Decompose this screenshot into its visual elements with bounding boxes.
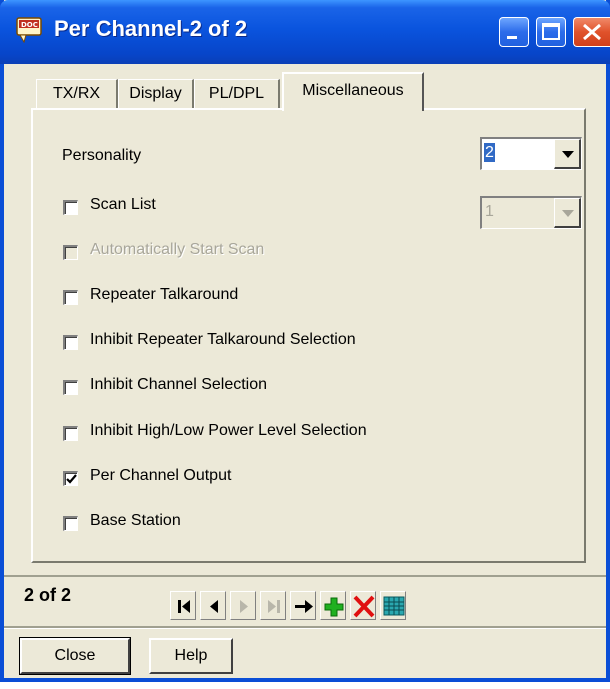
svg-text:DOC: DOC	[21, 21, 38, 29]
repeater-talkaround-checkbox[interactable]	[63, 290, 78, 305]
add-record-icon	[324, 597, 344, 617]
next-record-button[interactable]	[230, 591, 256, 620]
personality-select[interactable]: 2	[480, 137, 582, 170]
record-position: 2 of 2	[24, 585, 72, 605]
table-view-button[interactable]	[380, 591, 406, 620]
base-station-label: Base Station	[90, 512, 181, 529]
auto-start-scan-label: Automatically Start Scan	[90, 241, 265, 258]
tab-display[interactable]: Display	[118, 79, 194, 109]
delete-record-button[interactable]	[350, 591, 376, 620]
delete-record-icon	[353, 595, 375, 618]
minimize-button[interactable]	[499, 17, 529, 47]
tab-label: Miscellaneous	[302, 82, 404, 99]
dropdown-arrow-icon[interactable]	[554, 198, 581, 228]
inhibit-repeater-talkaround-label: Inhibit Repeater Talkaround Selection	[90, 331, 356, 348]
add-record-button[interactable]	[320, 591, 346, 620]
inhibit-power-level-checkbox[interactable]	[63, 426, 78, 441]
inhibit-channel-selection-label: Inhibit Channel Selection	[90, 376, 268, 393]
per-channel-output-label: Per Channel Output	[90, 467, 232, 484]
go-to-record-button[interactable]	[290, 591, 316, 620]
tab-label: TX/RX	[52, 85, 101, 102]
tab-txrx[interactable]: TX/RX	[36, 79, 118, 109]
dropdown-arrow-icon[interactable]	[554, 139, 581, 169]
first-record-icon	[178, 600, 190, 613]
next-record-icon	[240, 600, 248, 613]
scan-list-value: 1	[485, 203, 494, 220]
auto-start-scan-checkbox[interactable]	[63, 245, 78, 260]
scan-list-label: Scan List	[90, 196, 156, 213]
first-record-button[interactable]	[170, 591, 196, 620]
application-icon: DOC	[16, 17, 42, 44]
inhibit-channel-selection-checkbox[interactable]	[63, 380, 78, 395]
maximize-button[interactable]	[536, 17, 566, 47]
last-record-button[interactable]	[260, 591, 286, 620]
personality-value: 2	[484, 143, 495, 162]
title-bar[interactable]: DOC Per Channel-2 of 2	[0, 0, 610, 64]
table-view-icon	[383, 596, 405, 616]
window-title: Per Channel-2 of 2	[54, 16, 248, 41]
scan-list-checkbox[interactable]	[63, 200, 78, 215]
tab-miscellaneous[interactable]: Miscellaneous	[282, 72, 424, 111]
help-button[interactable]: Help	[149, 638, 233, 674]
inhibit-power-level-label: Inhibit High/Low Power Level Selection	[90, 422, 367, 439]
go-to-icon	[295, 600, 313, 613]
inhibit-repeater-talkaround-checkbox[interactable]	[63, 335, 78, 350]
base-station-checkbox[interactable]	[63, 516, 78, 531]
last-record-icon	[268, 600, 280, 613]
repeater-talkaround-label: Repeater Talkaround	[90, 286, 239, 303]
previous-record-button[interactable]	[200, 591, 226, 620]
close-button[interactable]: Close	[19, 637, 131, 675]
previous-record-icon	[210, 600, 218, 613]
close-window-button[interactable]	[573, 17, 610, 47]
personality-label: Personality	[62, 147, 142, 164]
checkmark-icon	[66, 474, 77, 484]
per-channel-output-checkbox[interactable]	[63, 471, 78, 486]
tab-label: Display	[129, 85, 182, 102]
tab-pl-dpl[interactable]: PL/DPL	[194, 79, 280, 109]
separator	[4, 626, 606, 629]
scan-list-select[interactable]: 1	[480, 196, 582, 229]
tab-label: PL/DPL	[208, 85, 265, 102]
